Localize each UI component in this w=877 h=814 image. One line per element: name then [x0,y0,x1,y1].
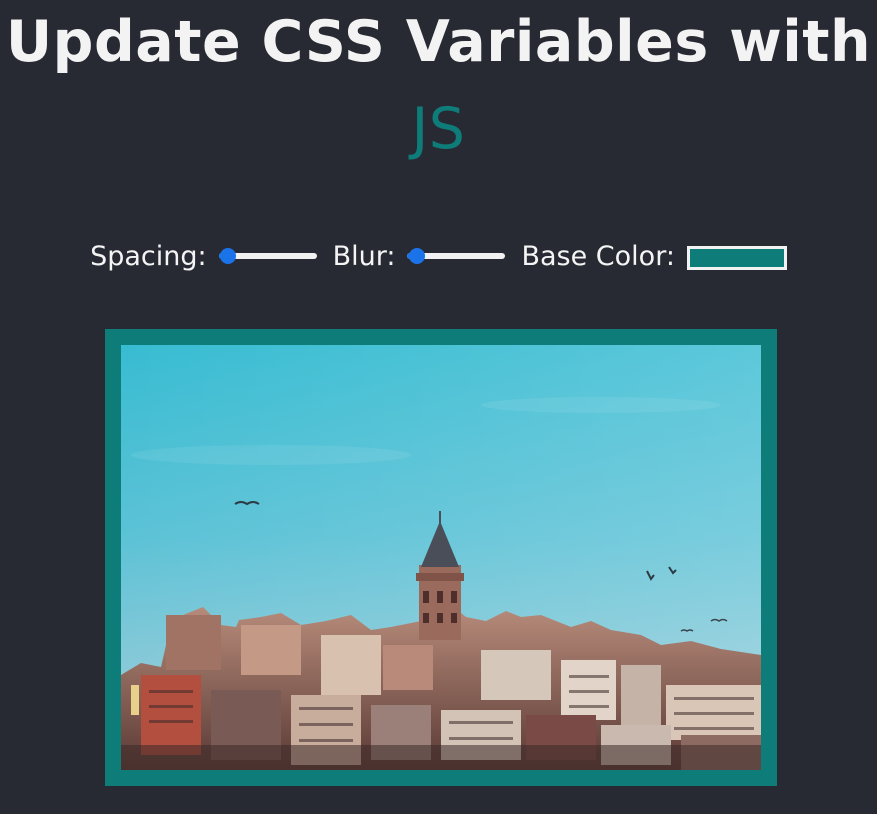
blur-control: Blur: [333,241,506,272]
title-highlight-js: JS [411,96,466,162]
city-skyline-photo [121,345,761,770]
spacing-slider-thumb[interactable] [220,248,237,264]
base-color-control: Base Color: [521,240,787,272]
blur-slider[interactable] [407,246,506,266]
photo-frame [105,329,777,786]
controls-bar: Spacing: Blur: Base Color: [0,234,877,278]
skyline-illustration [121,345,761,770]
spacing-control: Spacing: [90,241,317,272]
base-color-picker[interactable] [686,246,787,270]
blur-slider-thumb[interactable] [409,248,426,264]
spacing-slider[interactable] [218,246,317,266]
base-color-label: Base Color: [521,240,675,272]
blur-label: Blur: [332,240,396,272]
spacing-label: Spacing: [90,240,207,272]
title-main-text: Update CSS Variables with [5,9,872,75]
page-title: Update CSS Variables with JS [0,6,877,168]
